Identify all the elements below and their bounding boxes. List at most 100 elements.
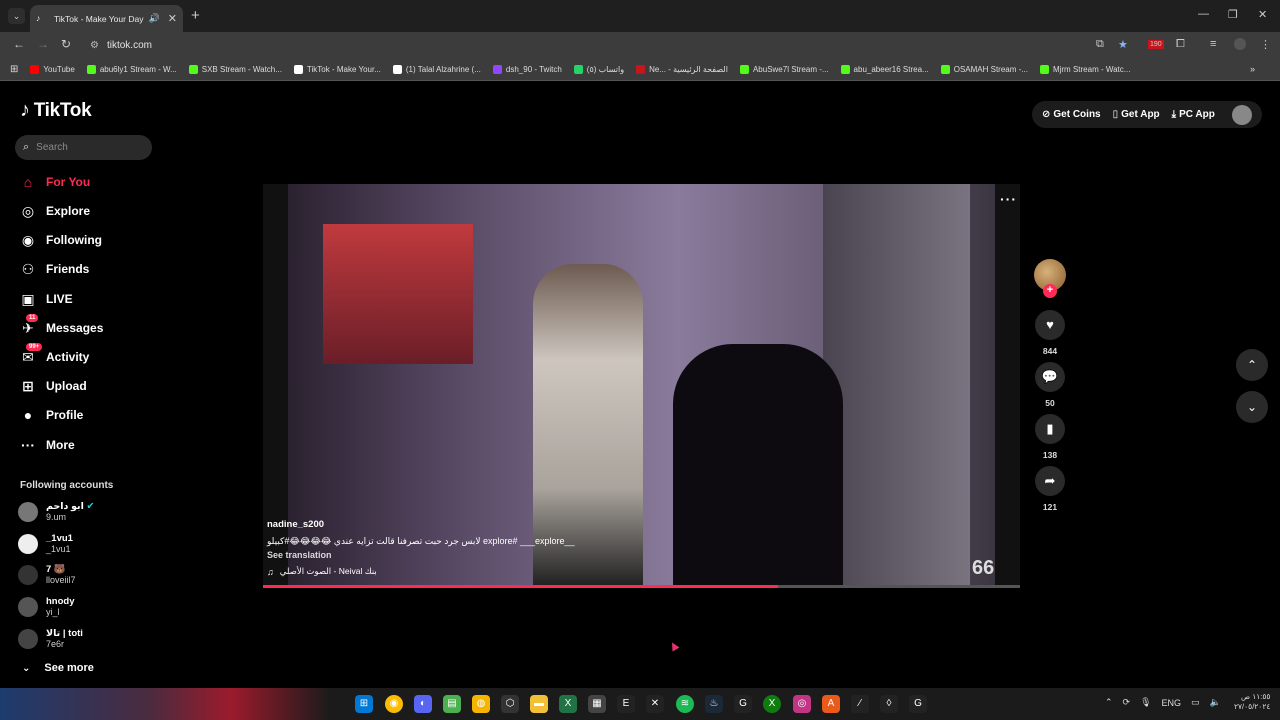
extensions-icon[interactable]: ⧠ [1176, 38, 1185, 51]
bookmark-item[interactable]: dsh_90 - Twitch [492, 64, 562, 74]
bookmark-star-icon[interactable]: ★ [1118, 38, 1128, 51]
video-progress-bar[interactable] [263, 585, 1020, 588]
file-explorer-icon[interactable]: ▬ [530, 695, 548, 713]
bookmark-item[interactable]: AbuSwe7l Stream -... [739, 64, 829, 74]
sidebar-item-live[interactable]: ▣ LIVE [18, 288, 72, 310]
bookmark-item[interactable]: abu_abeer16 Strea... [840, 64, 929, 74]
sidebar-item-following[interactable]: ◉ Following [18, 229, 102, 251]
close-window-button[interactable]: ✕ [1258, 8, 1267, 21]
following-account-item[interactable]: hnody yi_l [18, 593, 75, 621]
bookmark-item[interactable]: واتساب (٥) [573, 64, 624, 74]
volume-icon[interactable]: 🔈 [1210, 697, 1221, 708]
sidebar-item-label: Messages [46, 321, 104, 335]
bookmark-item[interactable]: Ne... - الصفحة الرئيسية [636, 64, 728, 74]
bookmark-item[interactable]: Mjrm Stream - Watc... [1039, 64, 1130, 74]
bookmark-favicon-icon [30, 64, 40, 74]
app-icon-6[interactable]: ⁄ [851, 695, 869, 713]
spotify-icon[interactable]: ≋ [676, 695, 694, 713]
following-account-item[interactable]: _1vu1 _1vu1 [18, 530, 73, 558]
previous-video-chevron-up-icon[interactable]: ⌃ [1236, 349, 1268, 381]
video-username[interactable]: nadine_s200 [267, 519, 627, 530]
forward-button[interactable]: → [37, 37, 49, 51]
app-icon-4[interactable]: ✕ [646, 695, 664, 713]
epic-games-icon[interactable]: E [617, 695, 635, 713]
like-heart-icon[interactable]: ♥ [1035, 310, 1065, 340]
sidebar-item-more[interactable]: ··· More [18, 434, 75, 456]
following-account-item[interactable]: 7 🐻 lloveiil7 [18, 561, 76, 589]
logitech-icon[interactable]: G [734, 695, 752, 713]
get-coins-button[interactable]: ⊘ Get Coins [1042, 109, 1101, 120]
steam-icon[interactable]: ♨ [705, 695, 723, 713]
close-tab-icon[interactable]: ✕ [168, 12, 177, 25]
following-account-item[interactable]: تالا | toti 7e6r [18, 625, 83, 653]
network-icon[interactable]: ▭ [1191, 697, 1200, 708]
bookmark-item[interactable]: SXB Stream - Watch... [188, 64, 282, 74]
menu-icon[interactable]: ⋮ [1260, 38, 1271, 51]
next-video-chevron-down-icon[interactable]: ⌄ [1236, 391, 1268, 423]
excel-icon[interactable]: X [559, 695, 577, 713]
apps-grid-icon[interactable]: ⊞ [10, 64, 18, 75]
get-app-button[interactable]: ▯ Get App [1113, 109, 1160, 120]
see-more-button[interactable]: ⌄ See more [22, 662, 94, 674]
bookmark-item[interactable]: OSAMAH Stream -... [940, 64, 1028, 74]
app-icon-8[interactable]: G [909, 695, 927, 713]
verified-icon: ✔ [83, 501, 95, 512]
avatar [18, 597, 38, 617]
instagram-icon[interactable]: ◎ [793, 695, 811, 713]
browser-tab[interactable]: ♪ TikTok - Make Your Day 🔊 ✕ [30, 5, 183, 32]
more-bookmarks-icon[interactable]: » [1250, 64, 1255, 74]
upload-icon: ⊞ [22, 377, 34, 394]
comment-icon[interactable]: 💬 [1035, 362, 1065, 392]
sidebar-item-messages[interactable]: ✈ 11 Messages [18, 313, 104, 339]
clock[interactable]: ١١:٥٥ ص ٢٧/٠٥/٢٠٢٤ [1234, 692, 1270, 712]
back-button[interactable]: ← [13, 37, 25, 51]
bookmark-item[interactable]: TikTok - Make Your... [293, 64, 381, 74]
discord-icon[interactable]: ◐ [414, 695, 432, 713]
new-tab-button[interactable]: + [191, 8, 200, 23]
tray-app-icon[interactable]: ⟳ [1123, 697, 1131, 708]
minimize-button[interactable]: — [1198, 8, 1209, 20]
bookmark-icon[interactable]: ▮ [1035, 414, 1065, 444]
sidebar-item-explore[interactable]: ◎ Explore [18, 200, 90, 222]
bookmark-item[interactable]: YouTube [30, 64, 75, 74]
sidebar-item-upload[interactable]: ⊞ Upload [18, 375, 87, 397]
chrome-icon[interactable]: ◉ [385, 695, 403, 713]
microphone-icon[interactable]: 🎙 [1140, 697, 1151, 708]
sidebar-item-friends[interactable]: ⚇ Friends [18, 258, 90, 280]
sidebar-item-profile[interactable]: ● Profile [18, 404, 84, 426]
tab-search-button[interactable]: ⌄ [8, 8, 25, 24]
app-icon-5[interactable]: A [822, 695, 840, 713]
speaker-icon[interactable]: 🔊 [149, 13, 160, 24]
tiktok-logo[interactable]: ♪ TikTok [20, 99, 92, 122]
app-icon-3[interactable]: ⬡ [501, 695, 519, 713]
media-control-icon[interactable]: ≡ [1210, 38, 1216, 50]
store-icon[interactable]: ▦ [588, 695, 606, 713]
xbox-icon[interactable]: X [763, 695, 781, 713]
maximize-button[interactable]: ❐ [1228, 8, 1238, 21]
app-icon-1[interactable]: ▤ [443, 695, 461, 713]
profile-avatar[interactable] [1234, 38, 1246, 50]
install-app-icon[interactable]: ⧉ [1096, 38, 1104, 51]
user-avatar[interactable] [1232, 104, 1252, 125]
sidebar-item-for-you[interactable]: ⌂ For You [18, 171, 90, 193]
pc-app-button[interactable]: ⤓ PC App [1172, 109, 1215, 120]
music-link[interactable]: ♫ الصوت الأصلي - Neival بنك [267, 566, 627, 577]
language-indicator[interactable]: ENG [1162, 698, 1182, 708]
site-info-icon[interactable]: ⚙ [90, 40, 99, 51]
share-icon[interactable]: ➦ [1035, 466, 1065, 496]
app-icon-2[interactable]: ◍ [472, 695, 490, 713]
start-menu-icon[interactable]: ⊞ [355, 695, 373, 713]
reload-button[interactable]: ↻ [61, 37, 71, 51]
bookmark-item[interactable]: (1) Talal Alzahrine (... [392, 64, 481, 74]
app-icon-7[interactable]: ◊ [880, 695, 898, 713]
bookmark-item[interactable]: abu6ly1 Stream - W... [86, 64, 177, 74]
extension-badge[interactable]: 190 [1148, 40, 1164, 49]
search-input[interactable]: ⌕ Search [15, 135, 152, 160]
address-bar[interactable]: ⚙ tiktok.com [84, 35, 1144, 55]
following-account-item[interactable]: ابو داحم ✔ 9.um [18, 498, 94, 526]
follow-plus-icon[interactable]: + [1043, 284, 1057, 298]
see-translation-link[interactable]: See translation [267, 550, 627, 560]
more-options-icon[interactable]: ··· [1000, 191, 1017, 207]
sidebar-item-activity[interactable]: ✉ 99+ Activity [18, 342, 89, 368]
tray-chevron-up-icon[interactable]: ⌃ [1105, 697, 1113, 708]
